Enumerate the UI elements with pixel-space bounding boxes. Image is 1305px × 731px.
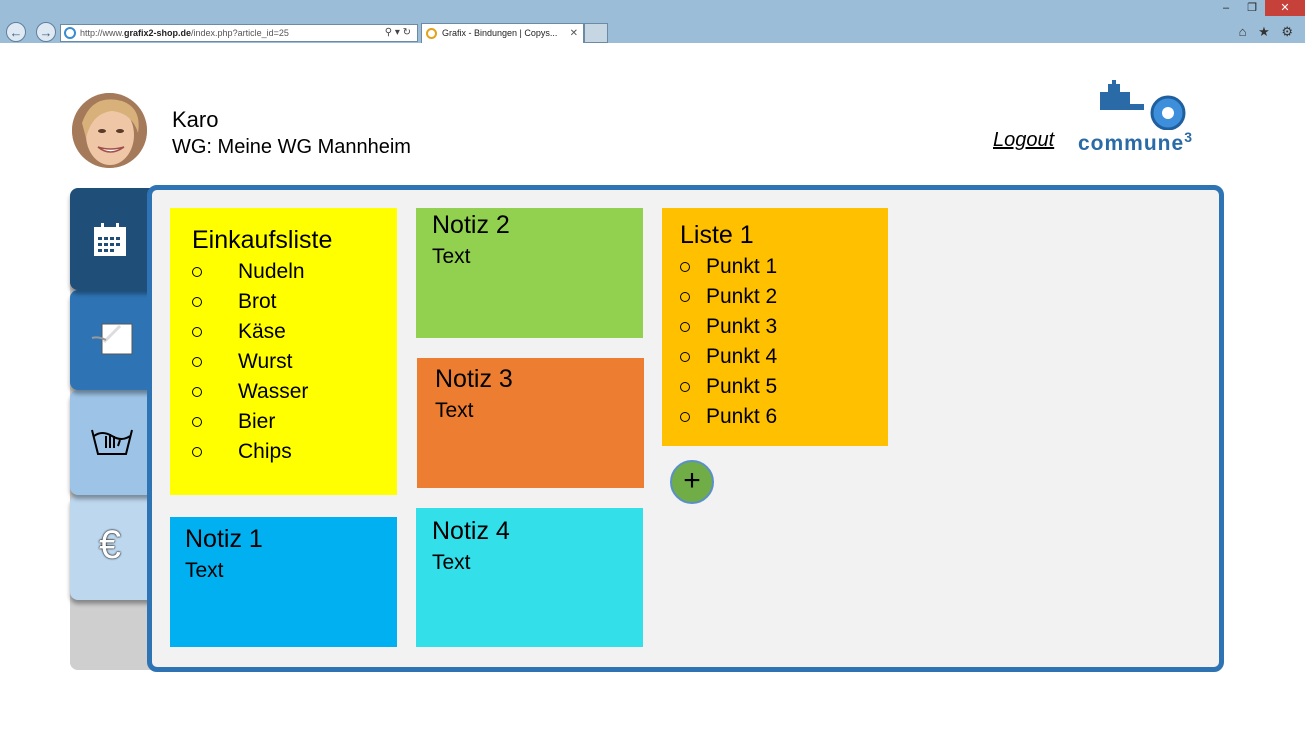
bullet-icon [680,412,690,423]
list-item: Wasser [192,380,308,404]
sidebar-item-notes[interactable] [70,290,152,390]
calendar-icon [92,222,132,262]
url-text: http://www.grafix2-shop.de/index.php?art… [80,28,289,38]
note-3[interactable]: Notiz 3 Text [417,358,644,488]
browser-toolbar: ← → http://www.grafix2-shop.de/index.php… [0,0,1305,43]
new-tab-button[interactable] [584,23,608,43]
browser-right-icons[interactable]: ⌂ ★ ⚙ [1239,24,1297,40]
bullet-icon [192,417,202,428]
note-2-title: Notiz 2 [432,211,510,239]
list-item: Wurst [192,350,292,374]
list-item: Punkt 3 [680,315,777,339]
list-item: Punkt 6 [680,405,777,429]
commune-logo-text: commune3 [1078,129,1193,155]
shopping-list-note[interactable]: Einkaufsliste Nudeln Brot Käse Wurst Was… [170,208,397,495]
address-bar[interactable]: http://www.grafix2-shop.de/index.php?art… [60,24,418,42]
list-item: Brot [192,290,277,314]
laundry-icon [90,420,133,460]
bullet-icon [680,382,690,393]
list-item: Punkt 5 [680,375,777,399]
tab-title: Grafix - Bindungen | Copys... [442,28,558,38]
restore-button[interactable]: ❐ [1239,0,1265,16]
minimize-button[interactable]: – [1213,0,1239,16]
tab-favicon-icon [426,28,437,39]
note-1-text: Text [185,559,224,582]
note-4[interactable]: Notiz 4 Text [416,508,643,647]
note-2[interactable]: Notiz 2 Text [416,208,643,338]
list-item: Nudeln [192,260,305,284]
list-item: Punkt 4 [680,345,777,369]
note-2-text: Text [432,245,471,268]
shopping-list-title: Einkaufsliste [192,226,333,254]
sidebar-item-calendar[interactable] [70,188,152,290]
bullet-icon [680,292,690,303]
logout-link[interactable]: Logout [993,129,1054,152]
avatar[interactable] [72,93,147,168]
bullet-icon [192,327,202,338]
browser-tab[interactable]: Grafix - Bindungen | Copys... ✕ [421,23,584,43]
note-1-title: Notiz 1 [185,525,263,553]
list-item: Bier [192,410,275,434]
search-refresh-icons[interactable]: ⚲ ▾ ↻ [385,25,411,41]
user-name: Karo [172,107,219,132]
bullet-icon [680,262,690,273]
bullet-icon [680,352,690,363]
notes-icon [90,318,133,358]
bullet-icon [192,297,202,308]
wg-name: WG: Meine WG Mannheim [172,136,411,158]
bullet-icon [192,357,202,368]
bullet-icon [192,447,202,458]
close-window-button[interactable]: ✕ [1265,0,1305,16]
note-1[interactable]: Notiz 1 Text [170,517,397,647]
bullet-icon [680,322,690,333]
note-4-text: Text [432,551,471,574]
back-button[interactable]: ← [6,22,26,42]
note-4-title: Notiz 4 [432,517,510,545]
list-item: Käse [192,320,286,344]
forward-button[interactable]: → [36,22,56,42]
list-item: Punkt 1 [680,255,777,279]
sidebar-item-finances[interactable]: € [70,495,152,600]
add-note-button[interactable]: + [670,460,714,504]
list-item: Punkt 2 [680,285,777,309]
note-3-text: Text [435,399,474,422]
list-item: Chips [192,440,292,464]
list-1-note[interactable]: Liste 1 Punkt 1 Punkt 2 Punkt 3 Punkt 4 … [662,208,888,446]
tab-close-icon[interactable]: ✕ [570,24,578,43]
sidebar-empty [70,600,152,670]
ie-icon [64,27,76,39]
sidebar-item-laundry[interactable] [70,390,152,495]
bullet-icon [192,387,202,398]
bullet-icon [192,267,202,278]
window-controls: – ❐ ✕ [1213,0,1305,16]
list-1-title: Liste 1 [680,221,754,249]
note-3-title: Notiz 3 [435,365,513,393]
euro-icon: € [98,523,122,567]
